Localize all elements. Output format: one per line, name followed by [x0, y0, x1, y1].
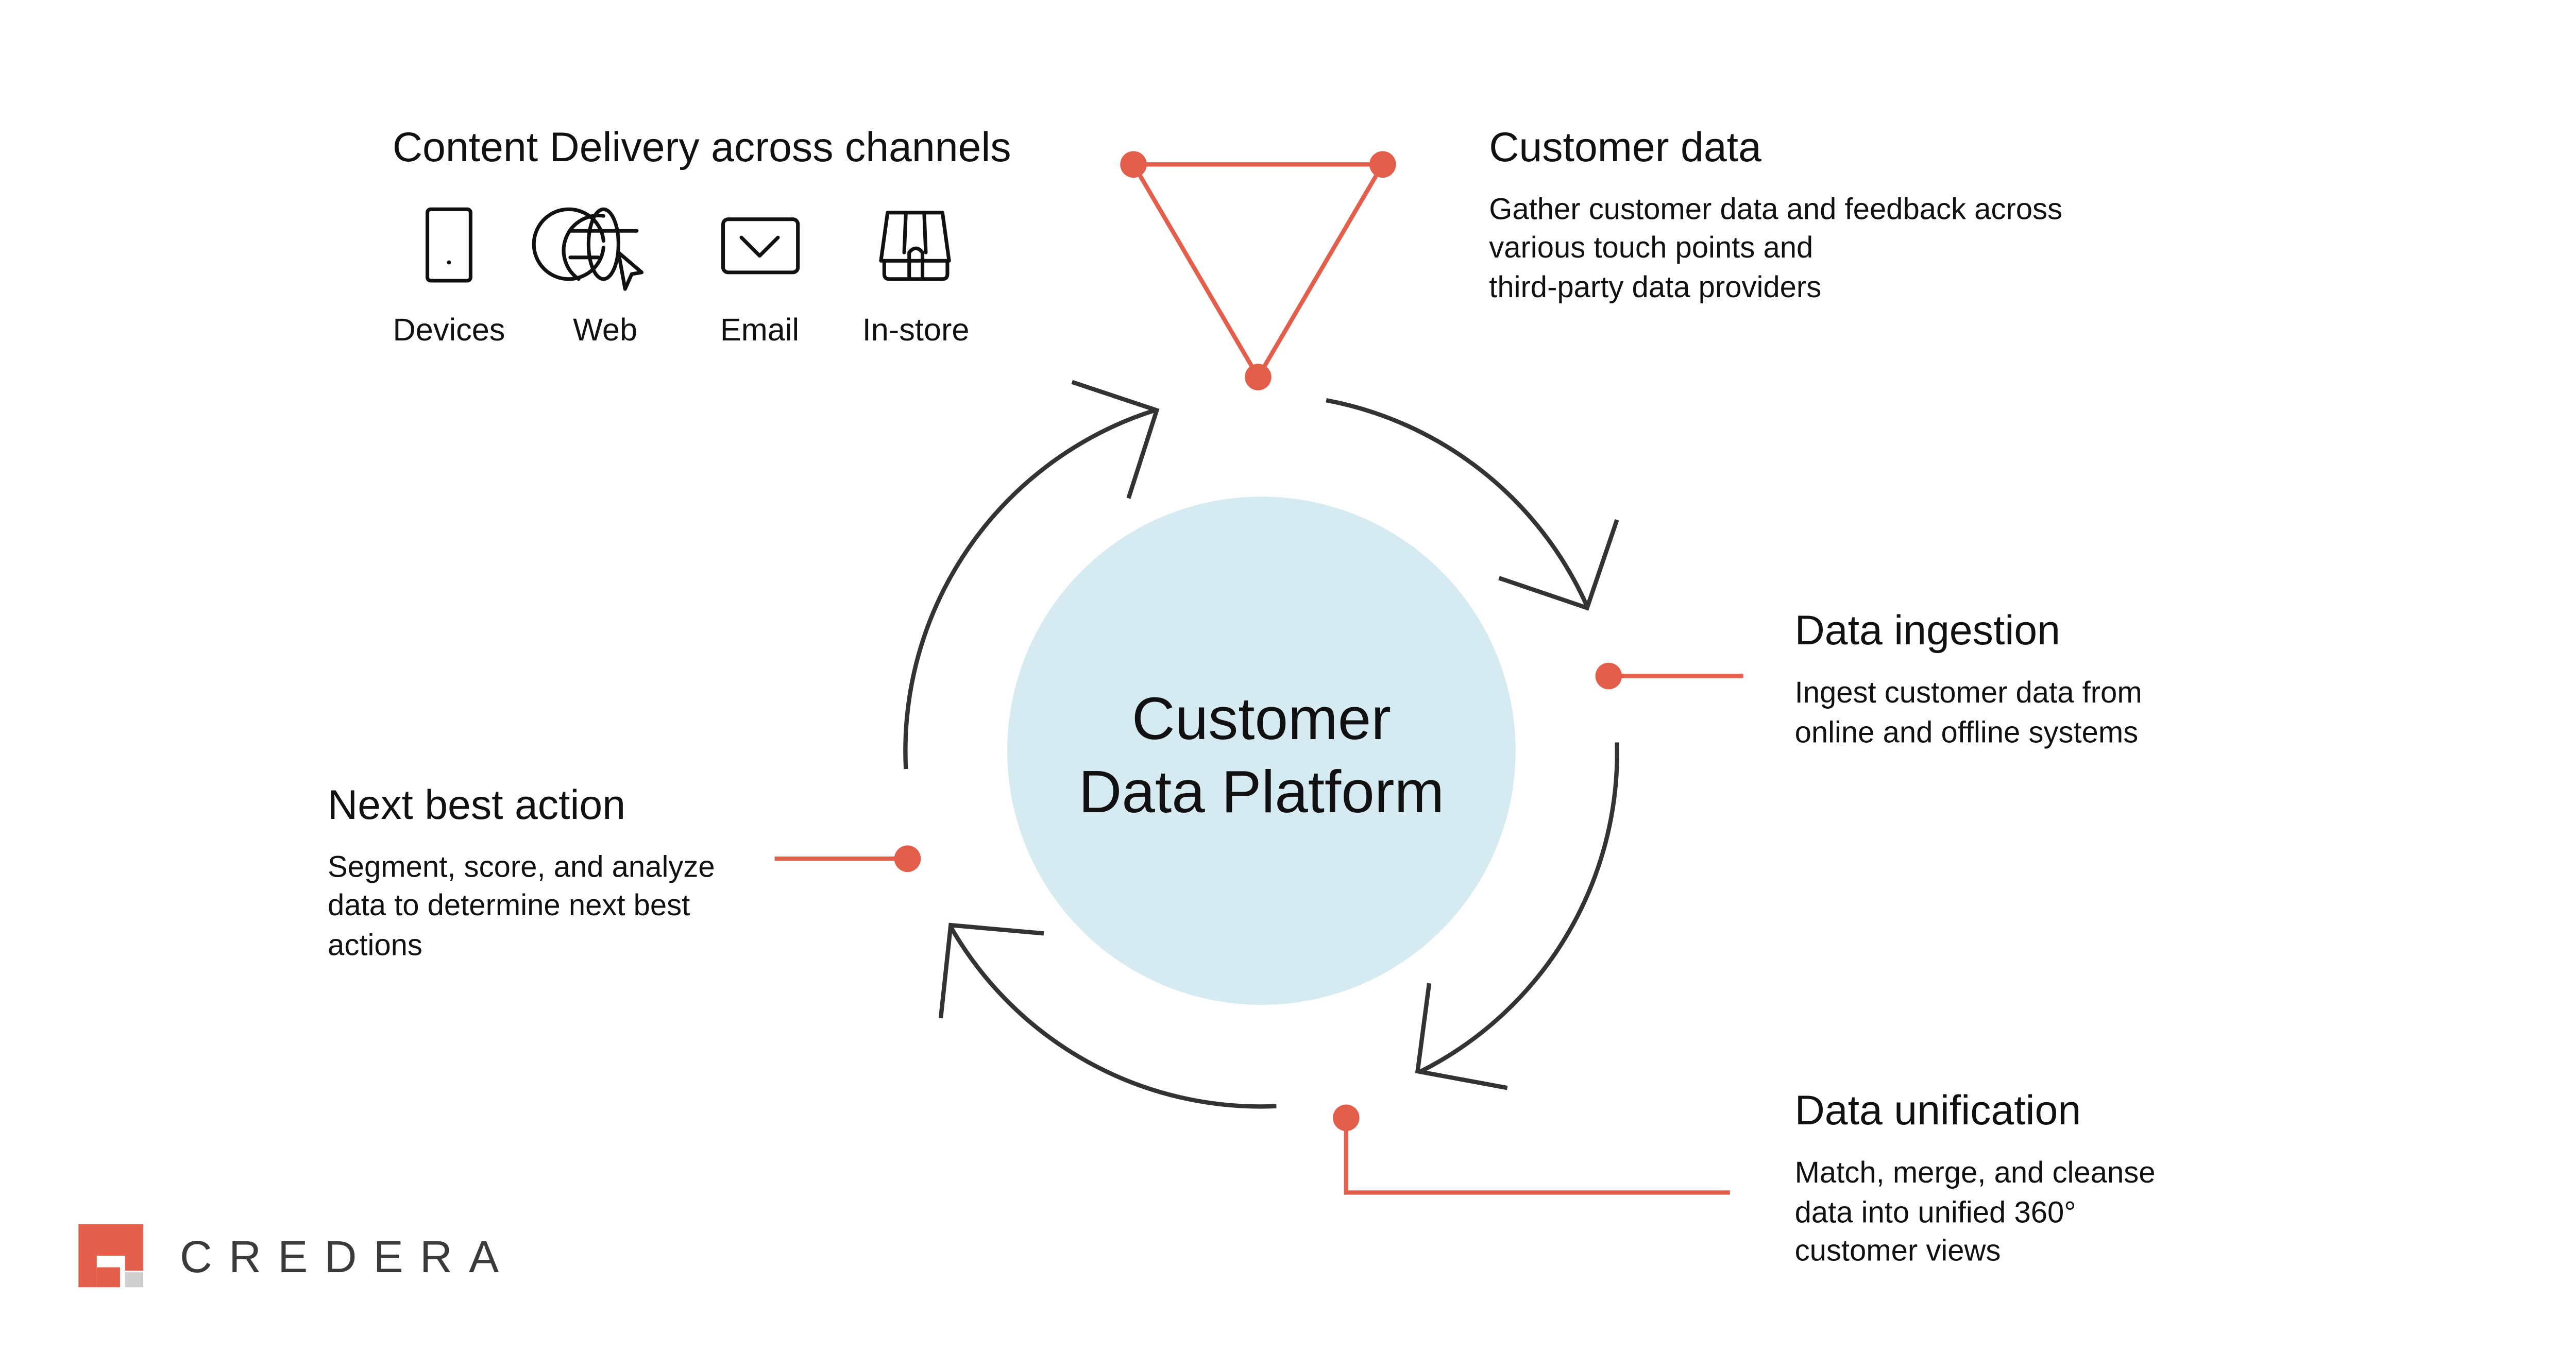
credera-logo: CREDERA — [78, 1224, 515, 1288]
channel-label-web: Web — [573, 312, 637, 347]
step-desc-line: Segment, score, and analyze — [328, 850, 715, 884]
ingestion-connector — [1595, 662, 1743, 690]
step-desc-line: Match, merge, and cleanse — [1795, 1156, 2156, 1189]
storefront-icon — [879, 211, 951, 281]
step-desc-line: data into unified 360° — [1795, 1195, 2076, 1229]
channel-label-devices: Devices — [393, 312, 505, 347]
next-best-connector — [774, 845, 921, 872]
channel-label-email: Email — [720, 312, 799, 347]
step-desc-line: customer views — [1795, 1234, 2001, 1268]
globe-cursor-icon — [532, 207, 644, 291]
step-desc-line: online and offline systems — [1795, 715, 2139, 749]
step-title: Next best action — [328, 782, 625, 828]
customer-data-triangle — [1120, 151, 1396, 390]
arrowhead-right — [1415, 983, 1508, 1090]
channels-title: Content Delivery across channels — [393, 124, 1011, 170]
channel-label-in-store: In-store — [862, 312, 970, 347]
mobile-device-icon — [425, 207, 472, 283]
platform-title-line2: Data Platform — [1079, 758, 1445, 825]
step-desc-line: various touch points and — [1489, 231, 1813, 264]
step-data-ingestion: Data ingestion Ingest customer data from… — [1795, 607, 2142, 749]
arrowhead-top-right — [1498, 519, 1619, 611]
step-desc-line: data to determine next best — [328, 888, 690, 922]
step-next-best-action: Next best action Segment, score, and ana… — [328, 782, 715, 962]
platform-title-line1: Customer — [1132, 685, 1391, 752]
step-title: Data ingestion — [1795, 607, 2060, 654]
step-desc-line: Ingest customer data from — [1795, 676, 2142, 709]
step-title: Data unification — [1795, 1087, 2081, 1134]
step-desc-line: third-party data providers — [1489, 270, 1821, 304]
channels-section: Content Delivery across channels Devices… — [393, 124, 1011, 347]
envelope-icon — [721, 217, 800, 275]
step-desc-line: Gather customer data and feedback across — [1489, 193, 2062, 226]
unification-connector — [1333, 1104, 1730, 1195]
cdp-diagram: Customer Data Platform Customer data Gat… — [78, 124, 2156, 1288]
logo-wordmark: CREDERA — [180, 1232, 515, 1282]
step-data-unification: Data unification Match, merge, and clean… — [1795, 1087, 2156, 1267]
step-customer-data: Customer data Gather customer data and f… — [1489, 124, 2062, 304]
step-title: Customer data — [1489, 124, 1761, 170]
step-desc-line: actions — [328, 928, 422, 962]
